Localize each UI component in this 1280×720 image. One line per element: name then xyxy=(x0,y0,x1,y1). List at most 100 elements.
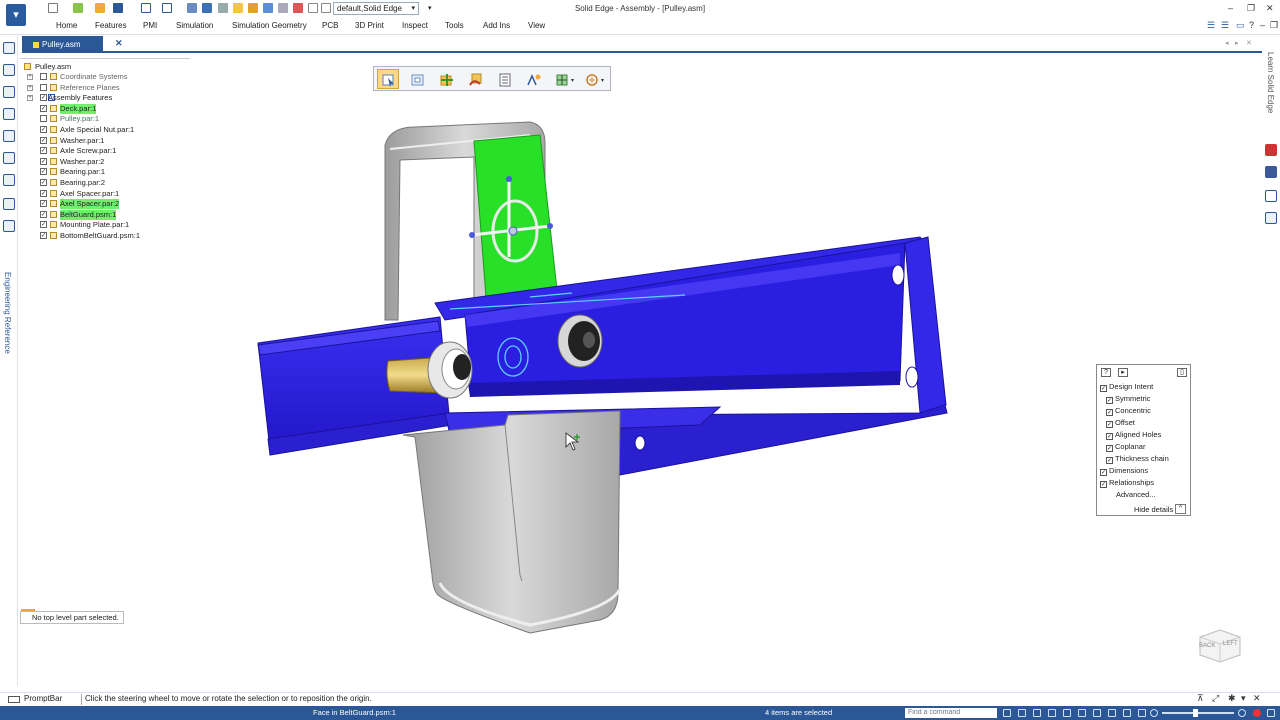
option-checkbox[interactable]: ✓ xyxy=(1100,469,1107,476)
design-intent-option[interactable]: ✓ Relationships xyxy=(1100,477,1154,488)
visibility-checkbox[interactable]: ✓ xyxy=(40,179,47,186)
shaded-icon[interactable] xyxy=(1123,709,1131,717)
option-checkbox[interactable]: ✓ xyxy=(1106,409,1113,416)
facebook-icon[interactable] xyxy=(1265,166,1277,178)
tab-add-ins[interactable]: Add Ins xyxy=(483,21,510,30)
zoom-out-icon[interactable] xyxy=(1150,709,1158,717)
visibility-checkbox[interactable]: ✓ xyxy=(40,221,47,229)
pathfinder-item[interactable]: Pulley.par:1 xyxy=(20,114,188,124)
visibility-checkbox[interactable]: ✓ xyxy=(40,94,47,102)
design-intent-option[interactable]: ✓ Offset xyxy=(1106,417,1135,428)
minimize-icon[interactable]: – xyxy=(1228,3,1233,13)
view-style-icon[interactable] xyxy=(1138,709,1146,717)
design-intent-option[interactable]: ✓ Concentric xyxy=(1106,405,1151,416)
dock-icon[interactable]: ⊼ xyxy=(1197,693,1204,704)
engineering-reference-label[interactable]: Engineering Reference xyxy=(3,272,12,354)
go-icon[interactable] xyxy=(1003,709,1011,717)
close-prompt-icon[interactable]: ✕ xyxy=(1253,693,1261,704)
pathfinder-item[interactable]: ✓ Bearing.par:1 xyxy=(20,167,188,177)
visibility-checkbox[interactable] xyxy=(40,115,47,123)
collapse-icon[interactable]: ▾ xyxy=(1241,693,1246,704)
visibility-checkbox[interactable]: ✓ xyxy=(40,147,47,155)
axle-nut[interactable] xyxy=(557,314,603,368)
graphics-window[interactable] xyxy=(200,95,1080,655)
zoom-icon[interactable] xyxy=(1033,709,1041,717)
pathfinder-item[interactable]: ✓ Axle Special Nut.par:1 xyxy=(20,125,188,135)
view-orientation-icon[interactable] xyxy=(1108,709,1116,717)
pathfinder-item[interactable]: + ✓ Assembly Features xyxy=(20,93,188,103)
visibility-checkbox[interactable]: ✓ xyxy=(40,157,47,165)
expand-icon[interactable]: + xyxy=(27,84,33,91)
select-tools-icon[interactable] xyxy=(3,174,15,186)
doc-minimize-icon[interactable]: – xyxy=(1260,20,1265,30)
family-icon[interactable] xyxy=(3,152,15,164)
design-intent-option[interactable]: ✓ Dimensions xyxy=(1100,465,1148,476)
view-cube-back[interactable]: BACK xyxy=(1199,643,1215,649)
command-finder-input[interactable] xyxy=(905,708,997,718)
zoom-slider[interactable] xyxy=(1162,712,1234,714)
design-intent-option[interactable]: ✓ Design Intent xyxy=(1100,381,1153,392)
tab-inspect[interactable]: Inspect xyxy=(402,21,428,30)
pathfinder-item[interactable]: ✓ Axel Spacer.par:2 xyxy=(20,199,188,210)
tab-pmi[interactable]: PMI xyxy=(143,21,157,30)
feature-library-icon[interactable] xyxy=(3,130,15,142)
visibility-checkbox[interactable]: ✓ xyxy=(40,104,47,112)
option-checkbox[interactable]: ✓ xyxy=(1106,421,1113,428)
tab-features[interactable]: Features xyxy=(95,21,127,30)
pathfinder-root[interactable]: Pulley.asm xyxy=(20,62,140,72)
properties-button[interactable] xyxy=(493,69,515,89)
expand-icon[interactable]: + xyxy=(27,74,33,80)
option-checkbox[interactable]: ✓ xyxy=(1106,433,1113,440)
visibility-checkbox[interactable]: ✓ xyxy=(40,210,47,218)
sketch-view-icon[interactable] xyxy=(1093,709,1101,717)
bottom-belt-guard[interactable] xyxy=(402,410,622,634)
design-intent-option[interactable]: ✓ Thickness chain xyxy=(1106,453,1169,464)
fit-icon[interactable] xyxy=(1048,709,1056,717)
hide-details-label[interactable]: Hide details xyxy=(1134,505,1173,514)
expand-icon[interactable]: + xyxy=(27,95,33,102)
select-component-button[interactable] xyxy=(377,69,399,89)
alert-icon[interactable] xyxy=(1253,709,1261,717)
pin-icon[interactable]: ▯ xyxy=(1177,368,1187,377)
community-icon[interactable] xyxy=(1265,190,1277,202)
youtube-icon[interactable] xyxy=(1265,144,1277,156)
rotate-view-icon[interactable] xyxy=(1078,709,1086,717)
pathfinder-icon[interactable] xyxy=(3,42,15,54)
option-checkbox[interactable]: ✓ xyxy=(1106,457,1113,464)
visibility-checkbox[interactable] xyxy=(40,73,47,80)
settings-icon[interactable]: ✱ xyxy=(1228,693,1236,704)
visibility-checkbox[interactable]: ✓ xyxy=(40,126,47,133)
design-intent-option[interactable]: ✓ Symmetric xyxy=(1106,393,1150,404)
library-icon[interactable] xyxy=(3,108,15,120)
visibility-checkbox[interactable]: ✓ xyxy=(40,168,47,176)
zoom-slider-thumb[interactable] xyxy=(1193,709,1198,717)
pathfinder-item[interactable]: + Reference Planes xyxy=(20,83,188,93)
relationships-button[interactable] xyxy=(522,69,544,89)
design-intent-option[interactable]: ✓ Coplanar xyxy=(1106,441,1145,452)
tab-3d-print[interactable]: 3D Print xyxy=(355,21,384,30)
pathfinder-item[interactable]: ✓ Deck.par:1 xyxy=(20,103,188,114)
close-window-icon[interactable]: ✕ xyxy=(1266,3,1274,14)
view-cube-left[interactable]: LEFT xyxy=(1223,641,1238,647)
arrange-icon[interactable]: ☰ xyxy=(1207,20,1215,31)
expand-icon[interactable]: ⤢ xyxy=(1212,693,1219,704)
steering-wheel-button[interactable] xyxy=(551,69,579,89)
pathfinder-item[interactable]: ✓ Bearing.par:2 xyxy=(20,178,188,188)
visibility-checkbox[interactable]: ✓ xyxy=(40,189,47,197)
window-icon[interactable]: ▭ xyxy=(1236,20,1245,31)
chevron-up-icon[interactable]: ^ xyxy=(1175,504,1186,514)
pathfinder-item[interactable]: ✓ Washer.par:1 xyxy=(20,136,188,146)
option-checkbox[interactable]: ✓ xyxy=(1100,385,1107,392)
tab-pcb[interactable]: PCB xyxy=(322,21,338,30)
display-options-button[interactable] xyxy=(581,69,609,89)
tab-simulation-geometry[interactable]: Simulation Geometry xyxy=(232,21,307,30)
learn-solid-edge-label[interactable]: Learn Solid Edge xyxy=(1266,52,1275,113)
zoom-in-icon[interactable] xyxy=(1238,709,1246,717)
tab-home[interactable]: Home xyxy=(56,21,77,30)
engineering-reference-icon[interactable] xyxy=(3,220,15,232)
part-select-button[interactable] xyxy=(406,69,428,89)
rotate-component-button[interactable] xyxy=(464,69,486,89)
visibility-checkbox[interactable] xyxy=(40,83,47,91)
status-menu-icon[interactable] xyxy=(1267,709,1275,717)
application-button[interactable]: ▾ xyxy=(6,4,26,26)
